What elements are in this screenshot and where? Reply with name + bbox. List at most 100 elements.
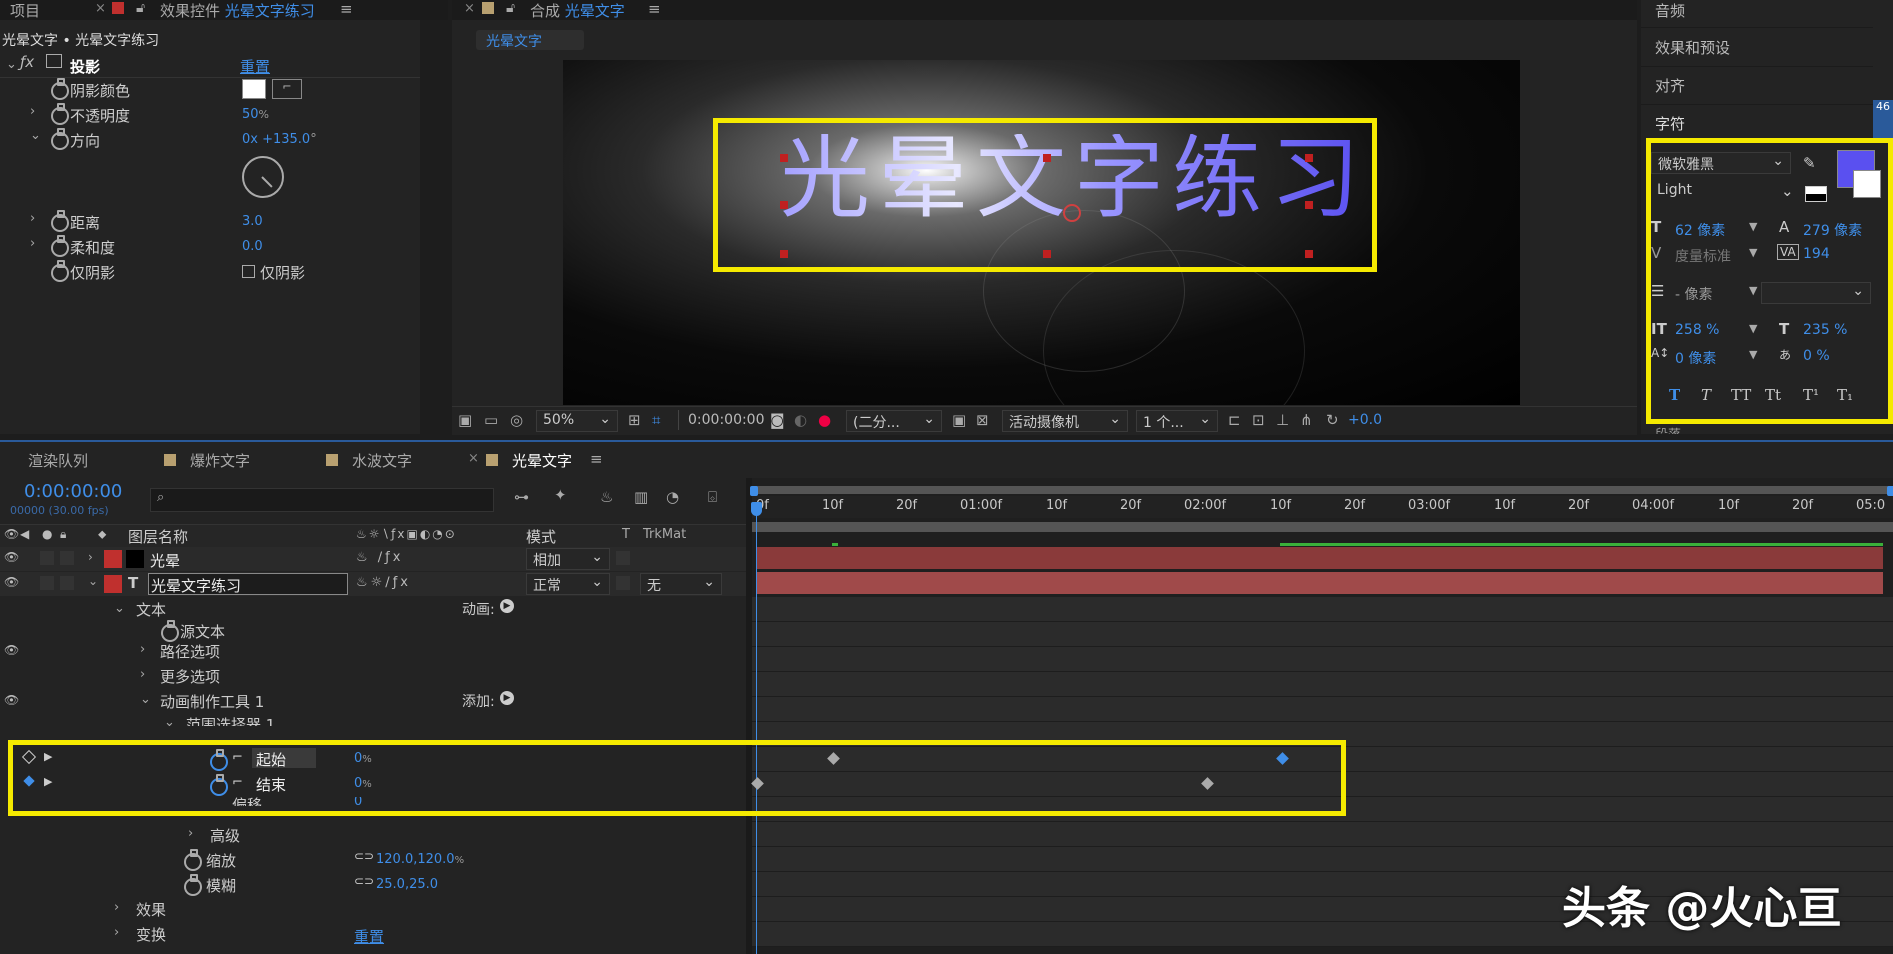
close-icon[interactable]: ×: [468, 451, 479, 466]
motion-blur-icon[interactable]: ◔: [666, 488, 679, 506]
panel-menu-icon[interactable]: ≡: [340, 0, 353, 18]
distance-value[interactable]: 3.0: [242, 214, 263, 229]
section-character[interactable]: 字符: [1655, 113, 1685, 134]
work-area-end-handle[interactable]: [1887, 486, 1893, 496]
comp-subtab[interactable]: 光晕文字: [476, 30, 584, 50]
opacity-value[interactable]: 50%: [242, 107, 269, 122]
section-align[interactable]: 对齐: [1655, 75, 1685, 96]
preserve-transparency[interactable]: [616, 551, 630, 565]
fx-icon[interactable]: ƒx: [20, 53, 34, 71]
visibility-icon[interactable]: 👁︎: [4, 643, 19, 657]
shadow-only-checkbox[interactable]: [242, 265, 255, 278]
current-time-indicator[interactable]: [756, 502, 757, 954]
chevron-down-icon[interactable]: ⌄: [114, 601, 125, 616]
timeline-search-input[interactable]: ⌕: [150, 488, 494, 512]
chevron-down-icon[interactable]: ⌄: [6, 57, 17, 72]
exposure-value[interactable]: +0.0: [1348, 412, 1382, 428]
shy-layers-icon[interactable]: ♨: [600, 488, 613, 506]
stopwatch-icon[interactable]: [51, 128, 69, 150]
chevron-right-icon[interactable]: ›: [114, 900, 119, 915]
graph-editor-icon[interactable]: ⌺: [708, 488, 717, 506]
draft-3d-icon[interactable]: ✦: [554, 486, 567, 504]
region-icon[interactable]: ⌗: [652, 411, 660, 429]
section-audio[interactable]: 音频: [1655, 0, 1685, 21]
camera-icon[interactable]: ◙: [770, 411, 785, 429]
eye-icon[interactable]: 👁︎: [4, 527, 19, 541]
stopwatch-icon[interactable]: [184, 849, 202, 871]
chevron-right-icon[interactable]: ›: [114, 925, 119, 940]
section-paragraph[interactable]: 段落: [1655, 424, 1681, 434]
lock-icon[interactable]: 🔓︎: [506, 0, 515, 16]
views-dropdown[interactable]: 1 个... ⌄: [1136, 410, 1218, 432]
layer-bar[interactable]: [756, 547, 1883, 569]
col-mode[interactable]: 模式: [526, 526, 556, 547]
zoom-dropdown[interactable]: 50% ⌄: [536, 410, 618, 432]
chevron-right-icon[interactable]: ›: [30, 104, 35, 119]
snapshot-icon[interactable]: ▣: [458, 411, 472, 429]
stopwatch-icon[interactable]: [51, 260, 69, 282]
softness-value[interactable]: 0.0: [242, 239, 263, 254]
current-time[interactable]: 0:00:00:00: [688, 412, 765, 428]
angle-dial[interactable]: [242, 156, 284, 198]
resolution-dropdown[interactable]: (二分... ⌄: [846, 410, 942, 432]
tab-project[interactable]: 项目: [10, 0, 40, 21]
layer-label-color[interactable]: [104, 550, 122, 568]
trkmat-dropdown[interactable]: 无 ⌄: [640, 573, 722, 595]
blur-value[interactable]: 25.0,25.0: [376, 877, 438, 892]
audio-icon[interactable]: ◀: [20, 527, 29, 541]
playhead-handle[interactable]: [751, 502, 762, 516]
animate-menu-icon[interactable]: ▶: [500, 599, 514, 613]
layer-label-color[interactable]: [104, 575, 122, 593]
timeline-timecode[interactable]: 0:00:00:00: [24, 481, 122, 502]
channel-icon[interactable]: ●: [818, 411, 831, 429]
layer-row[interactable]: 👁︎ › 光晕 ♨ ∕ƒx 相加 ⌄: [0, 547, 746, 571]
tab-render-queue[interactable]: 渲染队列: [28, 450, 88, 471]
roi-icon[interactable]: ▣: [952, 411, 966, 429]
layer-name[interactable]: 光晕: [150, 550, 180, 571]
panel-menu-icon[interactable]: ≡: [590, 450, 603, 468]
chevron-right-icon[interactable]: ›: [188, 826, 193, 841]
comp-mini-flowchart-icon[interactable]: ⊶: [514, 488, 529, 506]
lock-icon[interactable]: 🔒︎: [60, 527, 66, 542]
transparency-grid-icon[interactable]: ⊠: [976, 411, 989, 429]
tab-effect-controls[interactable]: 效果控件 光晕文字练习: [160, 0, 315, 21]
camera-dropdown[interactable]: 活动摄像机 ⌄: [1002, 410, 1128, 432]
stopwatch-icon[interactable]: [161, 620, 179, 642]
layer-bar[interactable]: [756, 572, 1883, 594]
tab-explosion-text[interactable]: 爆炸文字: [190, 450, 250, 471]
visibility-icon[interactable]: 👁︎: [4, 550, 19, 564]
link-icon[interactable]: ⊂⊃: [354, 874, 374, 888]
stopwatch-icon[interactable]: [51, 78, 69, 100]
preserve-transparency[interactable]: [616, 576, 630, 590]
scale-value[interactable]: 120.0,120.0%: [376, 852, 464, 867]
panel-menu-icon[interactable]: ≡: [648, 0, 661, 18]
chevron-down-icon[interactable]: ⌄: [164, 715, 175, 730]
link-icon[interactable]: ⊂⊃: [354, 849, 374, 863]
solo-icon[interactable]: ●: [42, 527, 52, 541]
mode-dropdown[interactable]: 正常 ⌄: [526, 573, 610, 595]
tab-glow-text[interactable]: 光晕文字: [512, 450, 572, 471]
effect-reset-link[interactable]: 重置: [240, 56, 270, 77]
color-swatch[interactable]: [242, 79, 266, 99]
stopwatch-icon[interactable]: [51, 235, 69, 257]
frame-blending-icon[interactable]: ▥: [634, 488, 648, 506]
layer-switches[interactable]: ♨ ∕ƒx: [356, 550, 403, 565]
chevron-right-icon[interactable]: ›: [140, 642, 145, 657]
layer-switches[interactable]: ♨☼∕ƒx: [356, 575, 411, 590]
chevron-down-icon[interactable]: ⌄: [140, 692, 151, 707]
chevron-down-icon[interactable]: ⌄: [88, 574, 98, 588]
toggle-pixel-icon[interactable]: ⊏: [1228, 411, 1241, 429]
chevron-right-icon[interactable]: ›: [30, 211, 35, 226]
visibility-icon[interactable]: 👁︎: [4, 575, 19, 589]
tab-ripple-text[interactable]: 水波文字: [352, 450, 412, 471]
show-snapshot-icon[interactable]: ◐: [794, 411, 807, 429]
work-area-bar[interactable]: [752, 486, 1893, 494]
chevron-right-icon[interactable]: ›: [140, 667, 145, 682]
chevron-down-icon[interactable]: ⌄: [30, 128, 41, 143]
chevron-right-icon[interactable]: ›: [88, 550, 93, 564]
lock-icon[interactable]: 🔓︎: [136, 0, 145, 16]
navigator-bar[interactable]: [752, 522, 1893, 532]
stopwatch-icon[interactable]: [51, 210, 69, 232]
monitor-icon[interactable]: ▭: [484, 411, 498, 429]
effect-options-icon[interactable]: [46, 54, 62, 68]
